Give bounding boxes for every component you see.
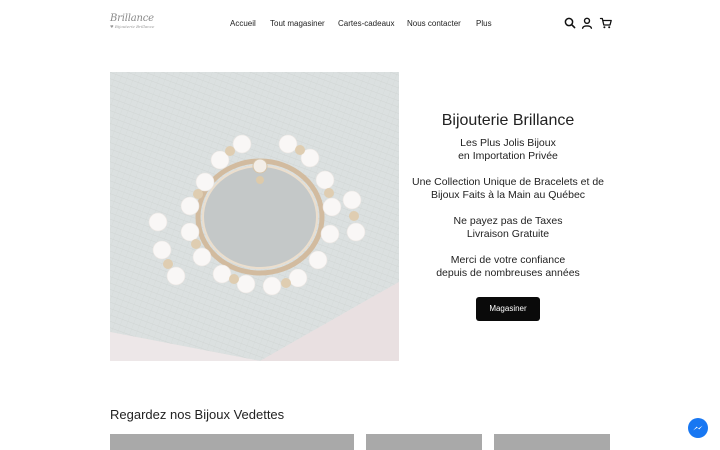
hero-thanks-2: depuis de nombreuses années xyxy=(436,267,580,279)
nav-item-nous-contacter[interactable]: Nous contacter xyxy=(407,18,461,30)
hero-shipping: Livraison Gratuite xyxy=(466,228,550,240)
messenger-chat-icon[interactable] xyxy=(688,418,708,438)
hero-collection-1: Une Collection Unique de Bracelets et de xyxy=(411,176,605,188)
nav-item-tout-magasiner[interactable]: Tout magasiner xyxy=(270,18,325,30)
hero-tagline-1: Les Plus Jolis Bijoux xyxy=(460,137,556,149)
nav-item-accueil[interactable]: Accueil xyxy=(230,18,256,30)
nav-item-plus[interactable]: Plus xyxy=(476,18,492,30)
shop-button[interactable]: Magasiner xyxy=(476,297,540,321)
hero-image-bracelet xyxy=(110,72,399,361)
hero-collection-2: Bijoux Faits à la Main au Québec xyxy=(430,189,586,201)
featured-card[interactable] xyxy=(366,434,482,450)
featured-card[interactable] xyxy=(110,434,354,450)
hero-thanks-1: Merci de votre confiance xyxy=(450,254,566,266)
hero-text-block: Bijouterie Brillance Les Plus Jolis Bijo… xyxy=(408,110,608,280)
hero-title: Bijouterie Brillance xyxy=(441,112,575,129)
account-icon[interactable] xyxy=(580,16,594,30)
hero-taxes: Ne payez pas de Taxes xyxy=(453,215,563,227)
site-header: Brillance ♥ Bijouterie Brillance Accueil… xyxy=(0,0,720,46)
hero-tagline-2: en Importation Privée xyxy=(458,150,558,162)
featured-card[interactable] xyxy=(494,434,610,450)
nav-item-cartes-cadeaux[interactable]: Cartes-cadeaux xyxy=(338,18,394,30)
cart-icon[interactable] xyxy=(599,16,613,30)
search-icon[interactable] xyxy=(563,16,577,30)
featured-heading: Regardez nos Bijoux Vedettes xyxy=(110,407,285,422)
